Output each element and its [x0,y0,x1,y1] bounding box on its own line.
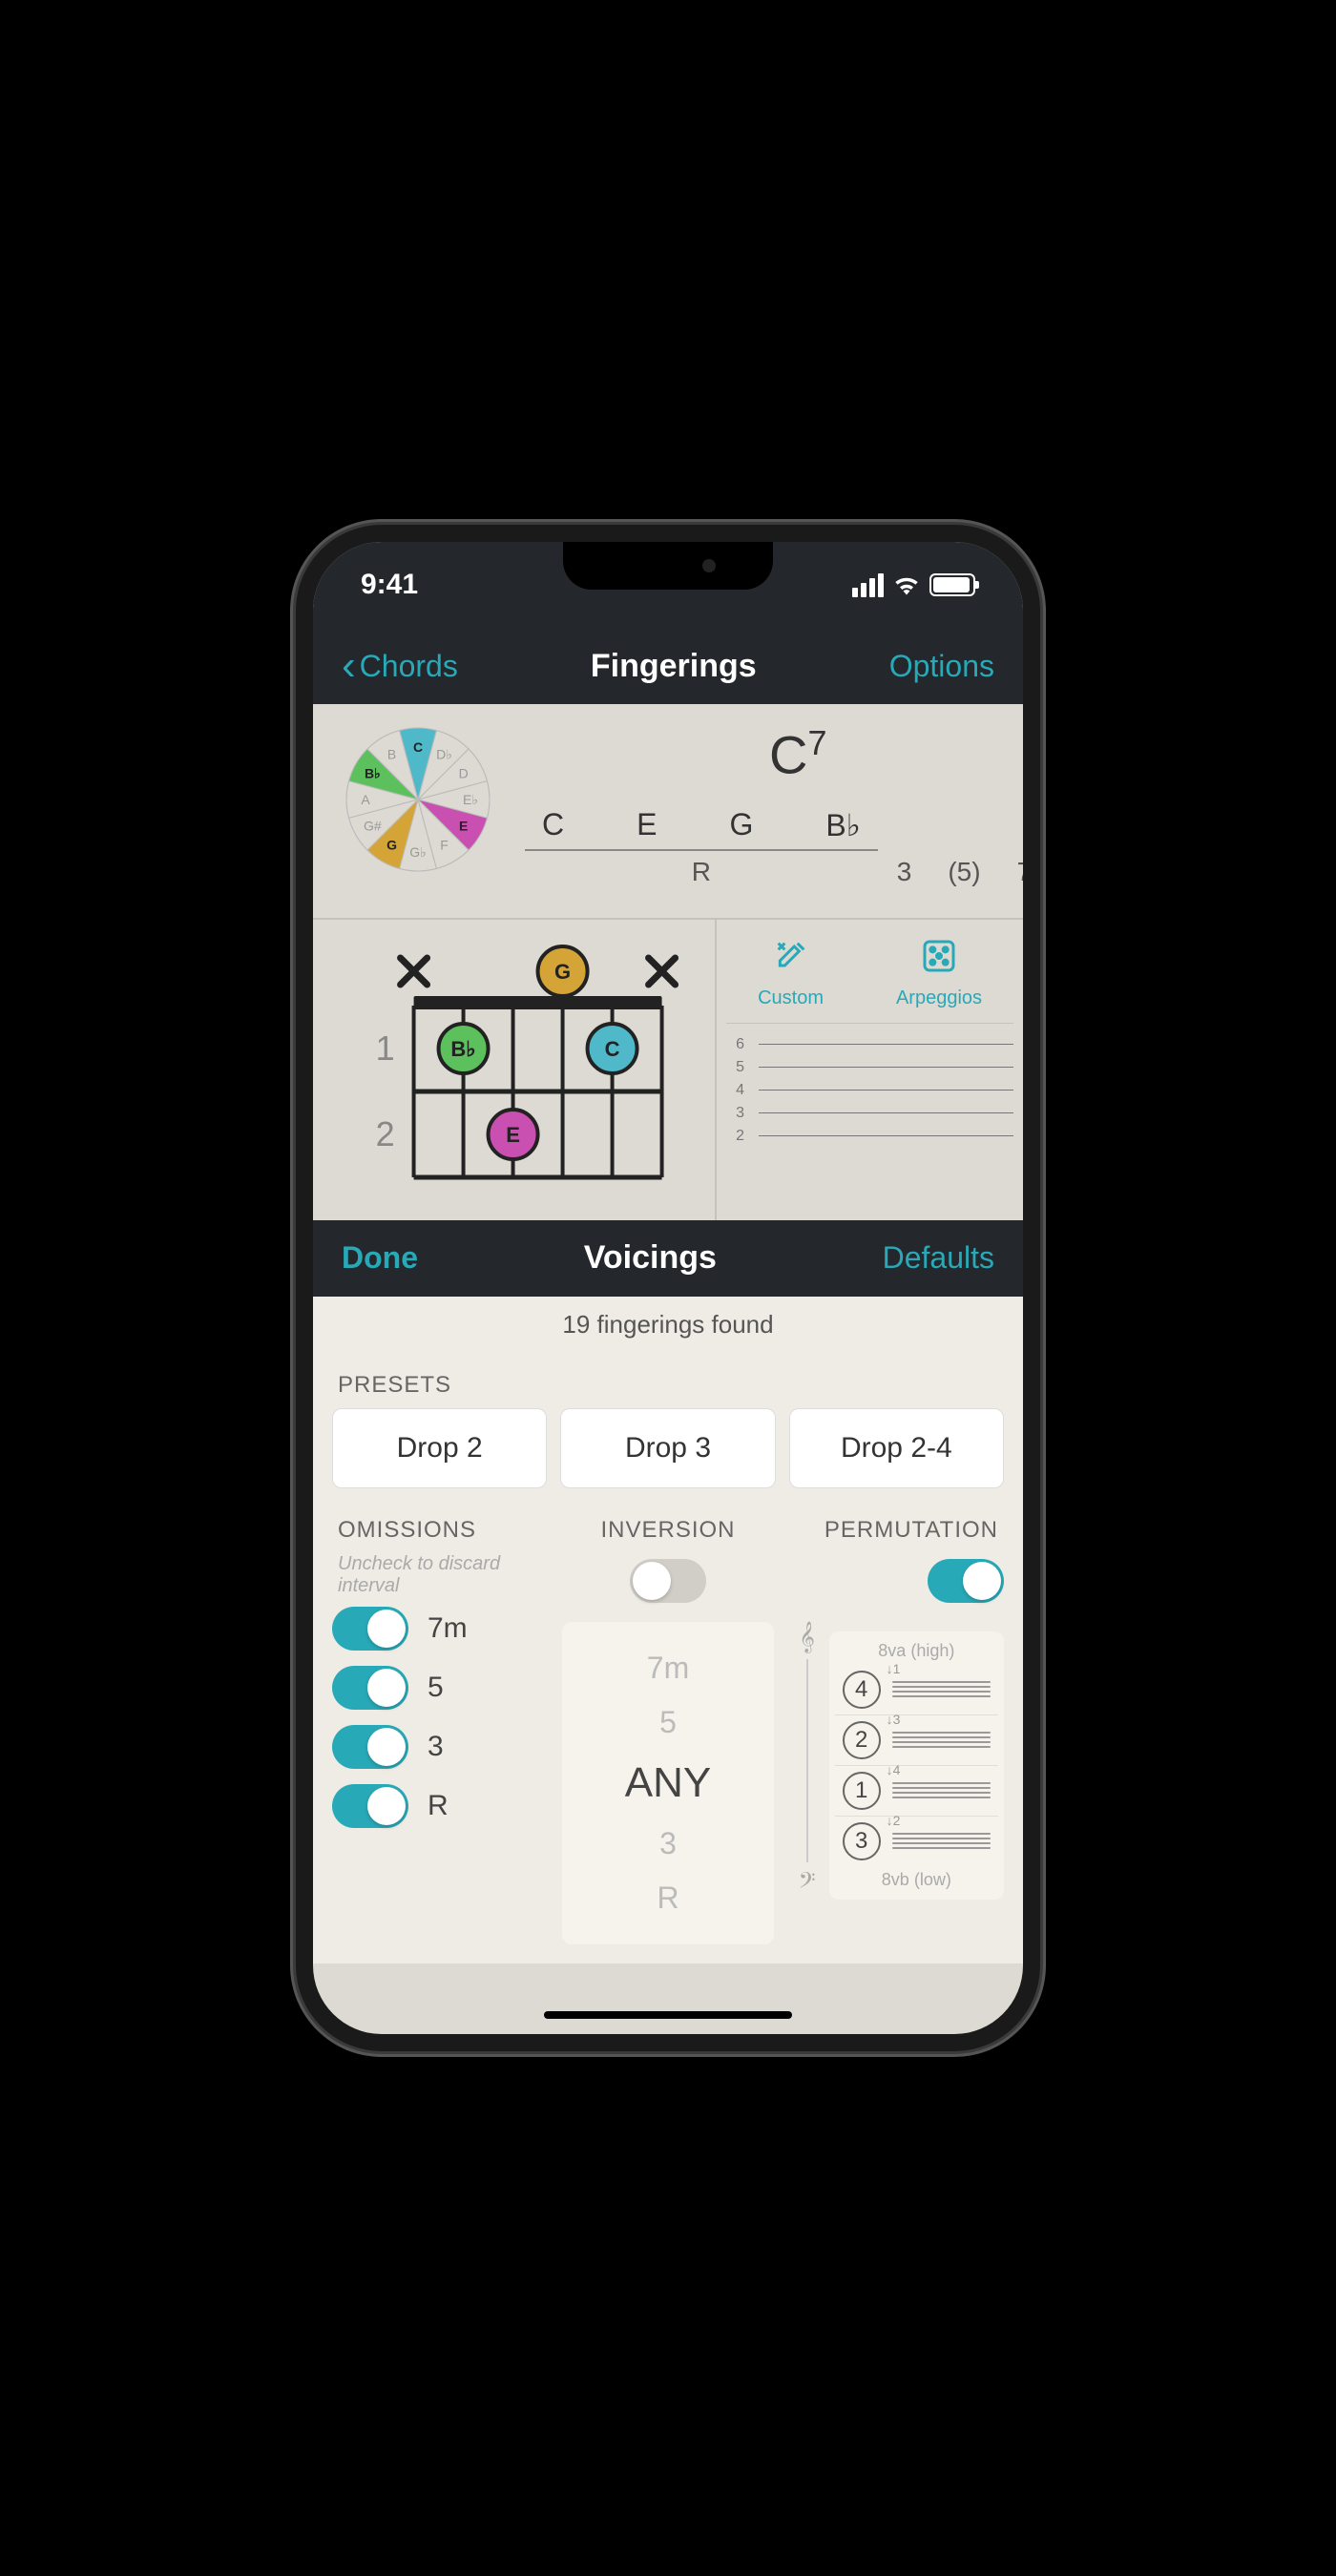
perm-row-3[interactable]: ↓23 [835,1817,998,1866]
arpeggios-icon [896,937,982,984]
inversion-picker[interactable]: 7m5ANY3R [562,1622,773,1944]
voicings-title: Voicings [584,1239,717,1277]
omission-toggle-3[interactable] [332,1725,408,1769]
chord-name: C7 [523,723,1023,786]
omission-3: 3 [332,1725,543,1769]
preset-drop-2[interactable]: Drop 2 [332,1408,547,1488]
svg-text:F: F [440,838,449,853]
omission-toggle-5[interactable] [332,1666,408,1710]
battery-icon [929,573,975,596]
signal-icon [852,573,884,597]
inversion-toggle[interactable] [630,1559,706,1603]
omissions-hint: Uncheck to discard interval [332,1553,543,1607]
omission-toggle-7m[interactable] [332,1607,408,1651]
preset-drop-3[interactable]: Drop 3 [560,1408,775,1488]
done-button[interactable]: Done [342,1240,418,1276]
options-button[interactable]: Options [889,649,994,684]
perm-low-label: 8vb (low) [835,1866,998,1894]
svg-text:G♭: G♭ [409,844,427,860]
svg-text:E♭: E♭ [463,792,478,807]
inversion-item-R[interactable]: R [572,1871,763,1925]
perm-row-1[interactable]: ↓41 [835,1766,998,1817]
status-time: 9:41 [361,569,418,601]
perm-row-2[interactable]: ↓32 [835,1715,998,1766]
svg-text:D: D [459,766,469,781]
svg-text:G: G [554,960,571,984]
svg-text:B: B [387,746,396,761]
arpeggios-button[interactable]: Arpeggios [896,937,982,1009]
wifi-icon [893,574,920,595]
found-count: 19 fingerings found [313,1297,1023,1353]
chevron-left-icon: ‹ [342,642,356,690]
back-button[interactable]: ‹ Chords [342,642,458,690]
omission-toggle-R[interactable] [332,1784,408,1828]
chord-degrees-row: R3(5)7m [525,853,1023,887]
preset-drop-2-4[interactable]: Drop 2-4 [789,1408,1004,1488]
svg-text:E: E [506,1123,520,1147]
svg-text:B♭: B♭ [365,766,381,781]
svg-text:G#: G# [364,819,382,834]
inversion-item-ANY[interactable]: ANY [572,1750,763,1817]
presets-label: PRESETS [332,1362,1004,1408]
mini-chart: 65432 [726,1024,1013,1211]
svg-text:E: E [459,819,468,834]
back-label: Chords [360,649,458,684]
omissions-label: OMISSIONS [332,1507,543,1553]
inversion-item-3[interactable]: 3 [572,1817,763,1871]
tools-icon [758,937,824,984]
status-icons [852,573,975,597]
svg-text:B♭: B♭ [450,1037,475,1061]
fretboard[interactable]: 1 2 B♭ E G C [313,920,715,1220]
inversion-label: INVERSION [562,1507,773,1553]
nav-bar: ‹ Chords Fingerings Options [313,628,1023,704]
permutation-label: PERMUTATION [793,1507,1004,1553]
omission-R: R [332,1784,543,1828]
svg-text:C: C [413,739,423,755]
voicings-bar: Done Voicings Defaults [313,1220,1023,1297]
perm-high-label: 8va (high) [835,1637,998,1665]
home-indicator[interactable] [544,2011,792,2019]
page-title: Fingerings [591,648,757,685]
chord-notes-row: CEGB♭ [525,807,878,851]
svg-text:G: G [386,838,397,853]
custom-button[interactable]: Custom [758,937,824,1009]
chord-header: C D♭ D E♭ EF G♭ G G# A B♭ B C7 CEGB♭ R3(5)7m [313,704,1023,918]
treble-clef-icon: 𝄞 [799,1622,815,1653]
svg-text:C: C [605,1037,620,1061]
permutation-toggle[interactable] [928,1559,1004,1603]
svg-text:A: A [361,792,370,807]
svg-text:1: 1 [376,1028,395,1068]
svg-text:D♭: D♭ [436,746,452,761]
note-wheel[interactable]: C D♭ D E♭ EF G♭ G G# A B♭ B [342,723,494,876]
omission-7m: 7m [332,1607,543,1651]
defaults-button[interactable]: Defaults [883,1240,994,1276]
omission-5: 5 [332,1666,543,1710]
clef-column: 𝄞 𝄢 [793,1622,822,1900]
inversion-item-7m[interactable]: 7m [572,1641,763,1695]
svg-text:2: 2 [376,1114,395,1153]
perm-row-4[interactable]: ↓14 [835,1665,998,1715]
inversion-item-5[interactable]: 5 [572,1695,763,1750]
bass-clef-icon: 𝄢 [799,1868,816,1900]
